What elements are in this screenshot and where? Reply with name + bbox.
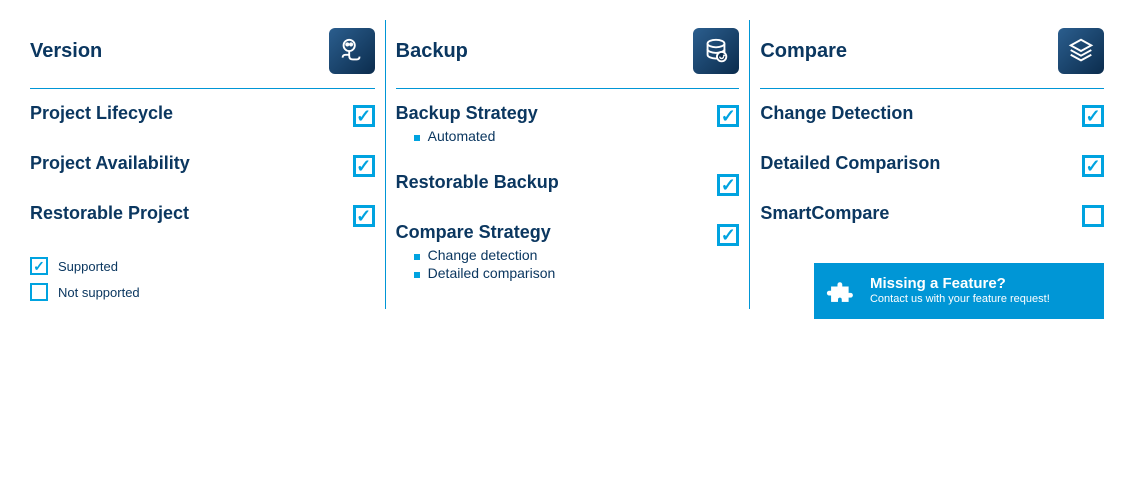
column-title: Compare — [760, 40, 847, 63]
puzzle-icon — [824, 273, 860, 309]
feature-label: Compare Strategy — [396, 222, 708, 243]
feature-label: Backup Strategy — [396, 103, 708, 124]
legend-checkbox-unchecked — [30, 283, 48, 301]
checkbox-supported — [717, 105, 739, 127]
feature-row: Detailed Comparison — [760, 153, 1104, 177]
cta-text: Missing a Feature? Contact us with your … — [870, 275, 1050, 306]
legend-checkbox-checked — [30, 257, 48, 275]
database-icon — [693, 28, 739, 74]
feature-row: Change Detection — [760, 103, 1104, 127]
legend-supported: Supported — [30, 257, 375, 275]
column-title: Backup — [396, 40, 468, 63]
feature-row: Restorable Backup — [396, 172, 740, 196]
feature-row: Compare Strategy Change detection Detail… — [396, 222, 740, 283]
legend-label: Not supported — [58, 285, 140, 300]
legend: Supported Not supported — [30, 257, 375, 301]
legend-label: Supported — [58, 259, 118, 274]
feature-table: Version Project Lifecycle Project Availa… — [20, 20, 1114, 309]
feature-row: Project Lifecycle — [30, 103, 375, 127]
feature-label: Project Availability — [30, 153, 343, 174]
checkbox-supported — [717, 224, 739, 246]
cta-missing-feature[interactable]: Missing a Feature? Contact us with your … — [814, 263, 1104, 319]
checkbox-supported — [1082, 155, 1104, 177]
feature-row: Backup Strategy Automated — [396, 103, 740, 146]
checkbox-supported — [353, 205, 375, 227]
feature-sub-item: Automated — [414, 128, 708, 144]
feature-row: SmartCompare — [760, 203, 1104, 227]
checkbox-supported — [1082, 105, 1104, 127]
cta-sub: Contact us with your feature request! — [870, 293, 1050, 306]
feature-label: Change Detection — [760, 103, 1072, 124]
column-header: Backup — [396, 20, 740, 89]
checkbox-supported — [353, 105, 375, 127]
robot-icon — [329, 28, 375, 74]
column-version: Version Project Lifecycle Project Availa… — [20, 20, 385, 309]
feature-label: Detailed Comparison — [760, 153, 1072, 174]
checkbox-supported — [717, 174, 739, 196]
feature-label: SmartCompare — [760, 203, 1072, 224]
legend-not-supported: Not supported — [30, 283, 375, 301]
column-backup: Backup Backup Strategy Automated — [385, 20, 750, 309]
column-title: Version — [30, 40, 102, 63]
column-header: Compare — [760, 20, 1104, 89]
feature-label: Restorable Backup — [396, 172, 708, 193]
checkbox-supported — [353, 155, 375, 177]
feature-label: Project Lifecycle — [30, 103, 343, 124]
checkbox-unsupported — [1082, 205, 1104, 227]
column-header: Version — [30, 20, 375, 89]
cta-title: Missing a Feature? — [870, 275, 1050, 293]
column-compare: Compare Change Detection Detailed Compar… — [749, 20, 1114, 309]
feature-label: Restorable Project — [30, 203, 343, 224]
layers-icon — [1058, 28, 1104, 74]
feature-sub-item: Detailed comparison — [414, 265, 708, 281]
feature-sub-item: Change detection — [414, 247, 708, 263]
feature-row: Project Availability — [30, 153, 375, 177]
feature-row: Restorable Project — [30, 203, 375, 227]
